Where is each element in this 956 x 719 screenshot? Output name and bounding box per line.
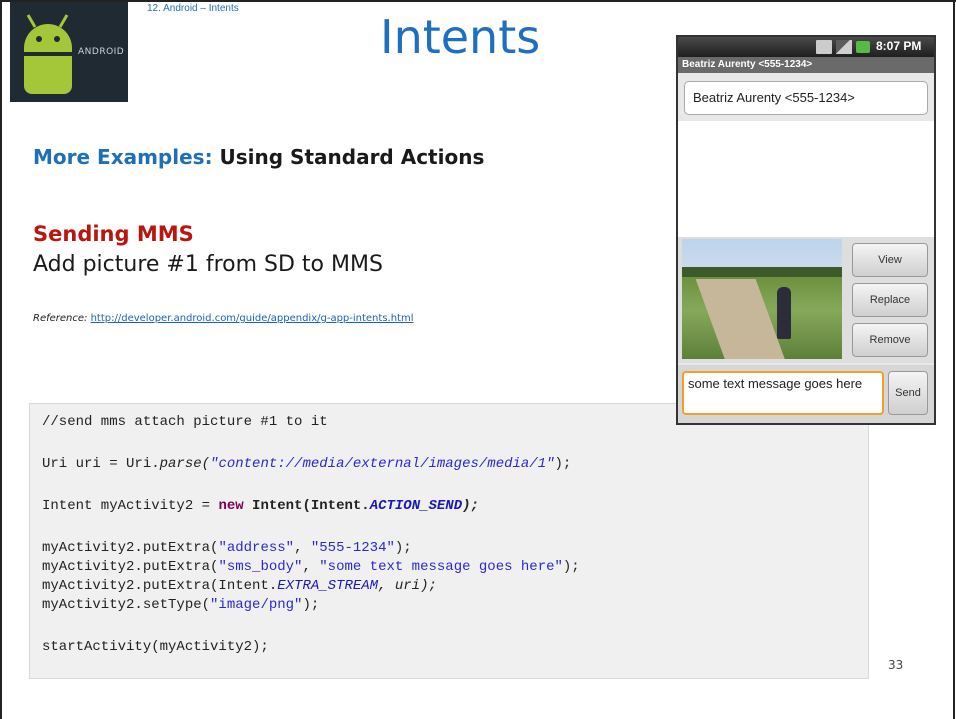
antenna-left [26, 14, 37, 28]
replace-button[interactable]: Replace [852, 283, 928, 317]
remove-button[interactable]: Remove [852, 323, 928, 357]
signal-icon [836, 40, 852, 54]
breadcrumb: 12. Android – Intents [147, 3, 239, 14]
robot-eye-right [54, 36, 60, 42]
code-comment: //send mms attach picture #1 to it [42, 414, 328, 430]
android-logo: ANDROID [10, 2, 128, 102]
code-block: //send mms attach picture #1 to it Uri u… [29, 403, 869, 679]
antenna-right [58, 14, 69, 28]
compose-bar: some text message goes here Send [678, 365, 934, 423]
phone-screenshot: 8:07 PM Beatriz Aurenty <555-1234> Beatr… [676, 35, 936, 425]
slide-frame-right [953, 0, 955, 719]
section-heading: Sending MMS [33, 222, 194, 246]
send-button[interactable]: Send [888, 371, 928, 415]
examples-label: More Examples: [33, 145, 213, 169]
logo-wordmark: ANDROID [78, 47, 125, 57]
examples-text: Using Standard Actions [212, 145, 485, 169]
photo-trees [682, 267, 842, 277]
slide-frame-top [0, 0, 956, 2]
slide-title: Intents [380, 10, 541, 64]
slide-frame-left [0, 0, 2, 719]
contact-header: Beatriz Aurenty <555-1234> [678, 57, 934, 73]
android-robot-body-icon [24, 56, 72, 94]
code-line-uri: Uri uri = Uri.parse("content://media/ext… [42, 456, 572, 472]
status-bar: 8:07 PM [678, 37, 934, 57]
recipient-field[interactable]: Beatriz Aurenty <555-1234> [684, 81, 928, 115]
reference-line: Reference: http://developer.android.com/… [33, 313, 413, 324]
code-line-start: startActivity(myActivity2); [42, 639, 269, 655]
code-line-body: myActivity2.putExtra("sms_body", "some t… [42, 559, 580, 575]
code-line-type: myActivity2.setType("image/png"); [42, 597, 320, 613]
status-time: 8:07 PM [876, 39, 922, 53]
message-input[interactable]: some text message goes here [682, 371, 884, 415]
robot-eye-left [36, 36, 42, 42]
code-line-address: myActivity2.putExtra("address", "555-123… [42, 540, 412, 556]
code-line-intent: Intent myActivity2 = new Intent(Intent.A… [42, 498, 479, 514]
photo-path [695, 279, 789, 359]
message-area [678, 121, 934, 237]
network-icon [816, 40, 832, 54]
subheading: Add picture #1 from SD to MMS [33, 252, 383, 277]
battery-icon [856, 41, 870, 53]
examples-heading: More Examples: Using Standard Actions [33, 145, 484, 169]
reference-label: Reference: [33, 313, 88, 324]
page-number: 33 [888, 658, 904, 672]
android-robot-head-icon [24, 24, 72, 52]
view-button[interactable]: View [852, 243, 928, 277]
attachment-panel: View Replace Remove [678, 237, 934, 363]
photo-person [777, 287, 791, 339]
attached-photo [682, 239, 842, 359]
reference-link[interactable]: http://developer.android.com/guide/appen… [91, 313, 414, 324]
code-line-stream: myActivity2.putExtra(Intent.EXTRA_STREAM… [42, 578, 437, 594]
